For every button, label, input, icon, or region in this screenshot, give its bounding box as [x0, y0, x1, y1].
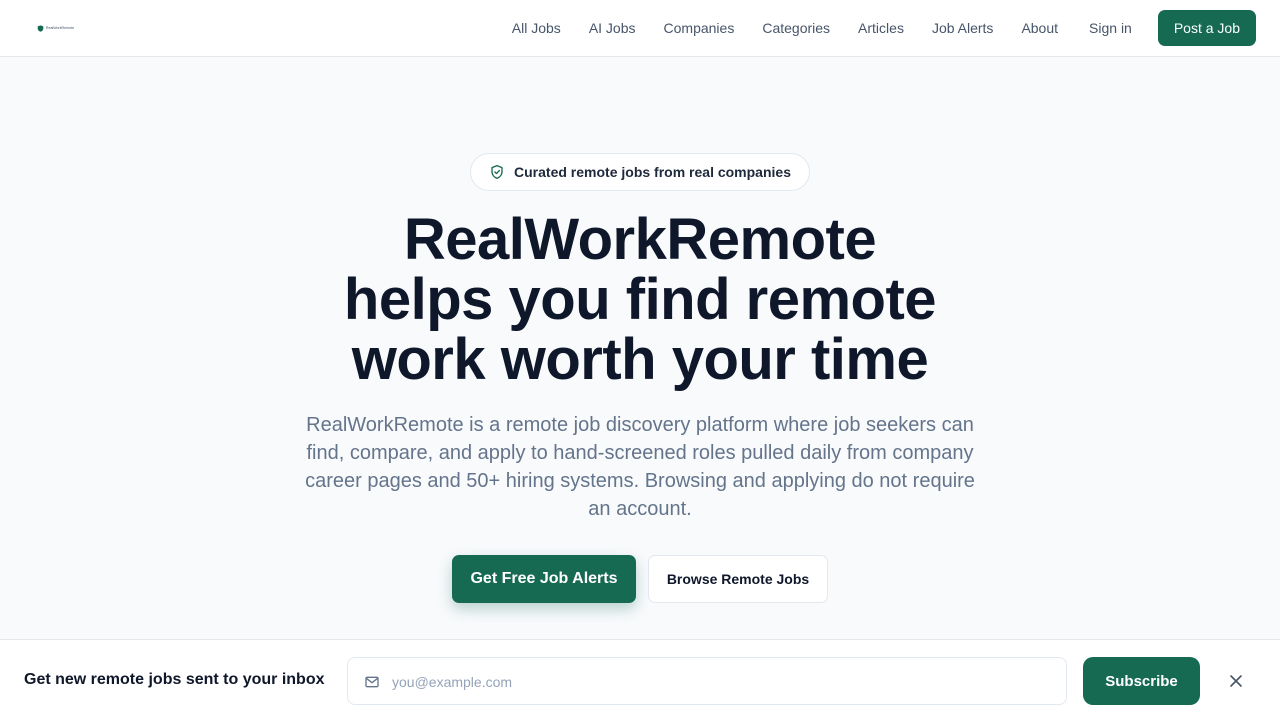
- get-job-alerts-button[interactable]: Get Free Job Alerts: [452, 555, 636, 603]
- close-subscribe-button[interactable]: [1226, 671, 1246, 691]
- nav-job-alerts[interactable]: Job Alerts: [932, 20, 993, 36]
- hero-title-line-3: work worth your time: [351, 327, 929, 392]
- shield-check-icon: [491, 165, 503, 179]
- subscribe-button[interactable]: Subscribe: [1083, 657, 1200, 705]
- post-job-button[interactable]: Post a Job: [1157, 10, 1256, 46]
- logo-text: RealWorkRemote: [45, 26, 75, 30]
- hero-title: RealWorkRemote helps you find remote wor…: [240, 210, 1040, 390]
- logo-shield-icon: [37, 24, 44, 32]
- nav-companies[interactable]: Companies: [664, 20, 735, 36]
- nav-about[interactable]: About: [1021, 20, 1058, 36]
- hero-title-line-2: helps you find remote: [343, 267, 937, 332]
- subscribe-title: Get new remote jobs sent to your inbox: [24, 671, 325, 688]
- hero-description: RealWorkRemote is a remote job discovery…: [305, 414, 975, 520]
- mail-icon: [365, 676, 379, 688]
- main-nav: All Jobs AI Jobs Companies Categories Ar…: [512, 0, 1256, 56]
- sign-in-link[interactable]: Sign in: [1089, 20, 1132, 36]
- site-logo[interactable]: RealWorkRemote: [24, 10, 87, 46]
- nav-ai-jobs[interactable]: AI Jobs: [589, 20, 636, 36]
- hero-badge: Curated remote jobs from real companies: [470, 153, 810, 191]
- subscribe-bar: Get new remote jobs sent to your inbox S…: [0, 639, 1280, 720]
- hero-badge-text: Curated remote jobs from real companies: [514, 164, 791, 180]
- nav-articles[interactable]: Articles: [858, 20, 904, 36]
- email-input[interactable]: [392, 670, 1052, 694]
- hero-title-line-1: RealWorkRemote: [403, 207, 877, 272]
- close-icon: [1230, 675, 1242, 687]
- nav-all-jobs[interactable]: All Jobs: [512, 20, 561, 36]
- browse-jobs-button[interactable]: Browse Remote Jobs: [648, 555, 828, 603]
- site-header: RealWorkRemote All Jobs AI Jobs Companie…: [0, 0, 1280, 57]
- email-field[interactable]: [347, 657, 1067, 705]
- nav-categories[interactable]: Categories: [762, 20, 830, 36]
